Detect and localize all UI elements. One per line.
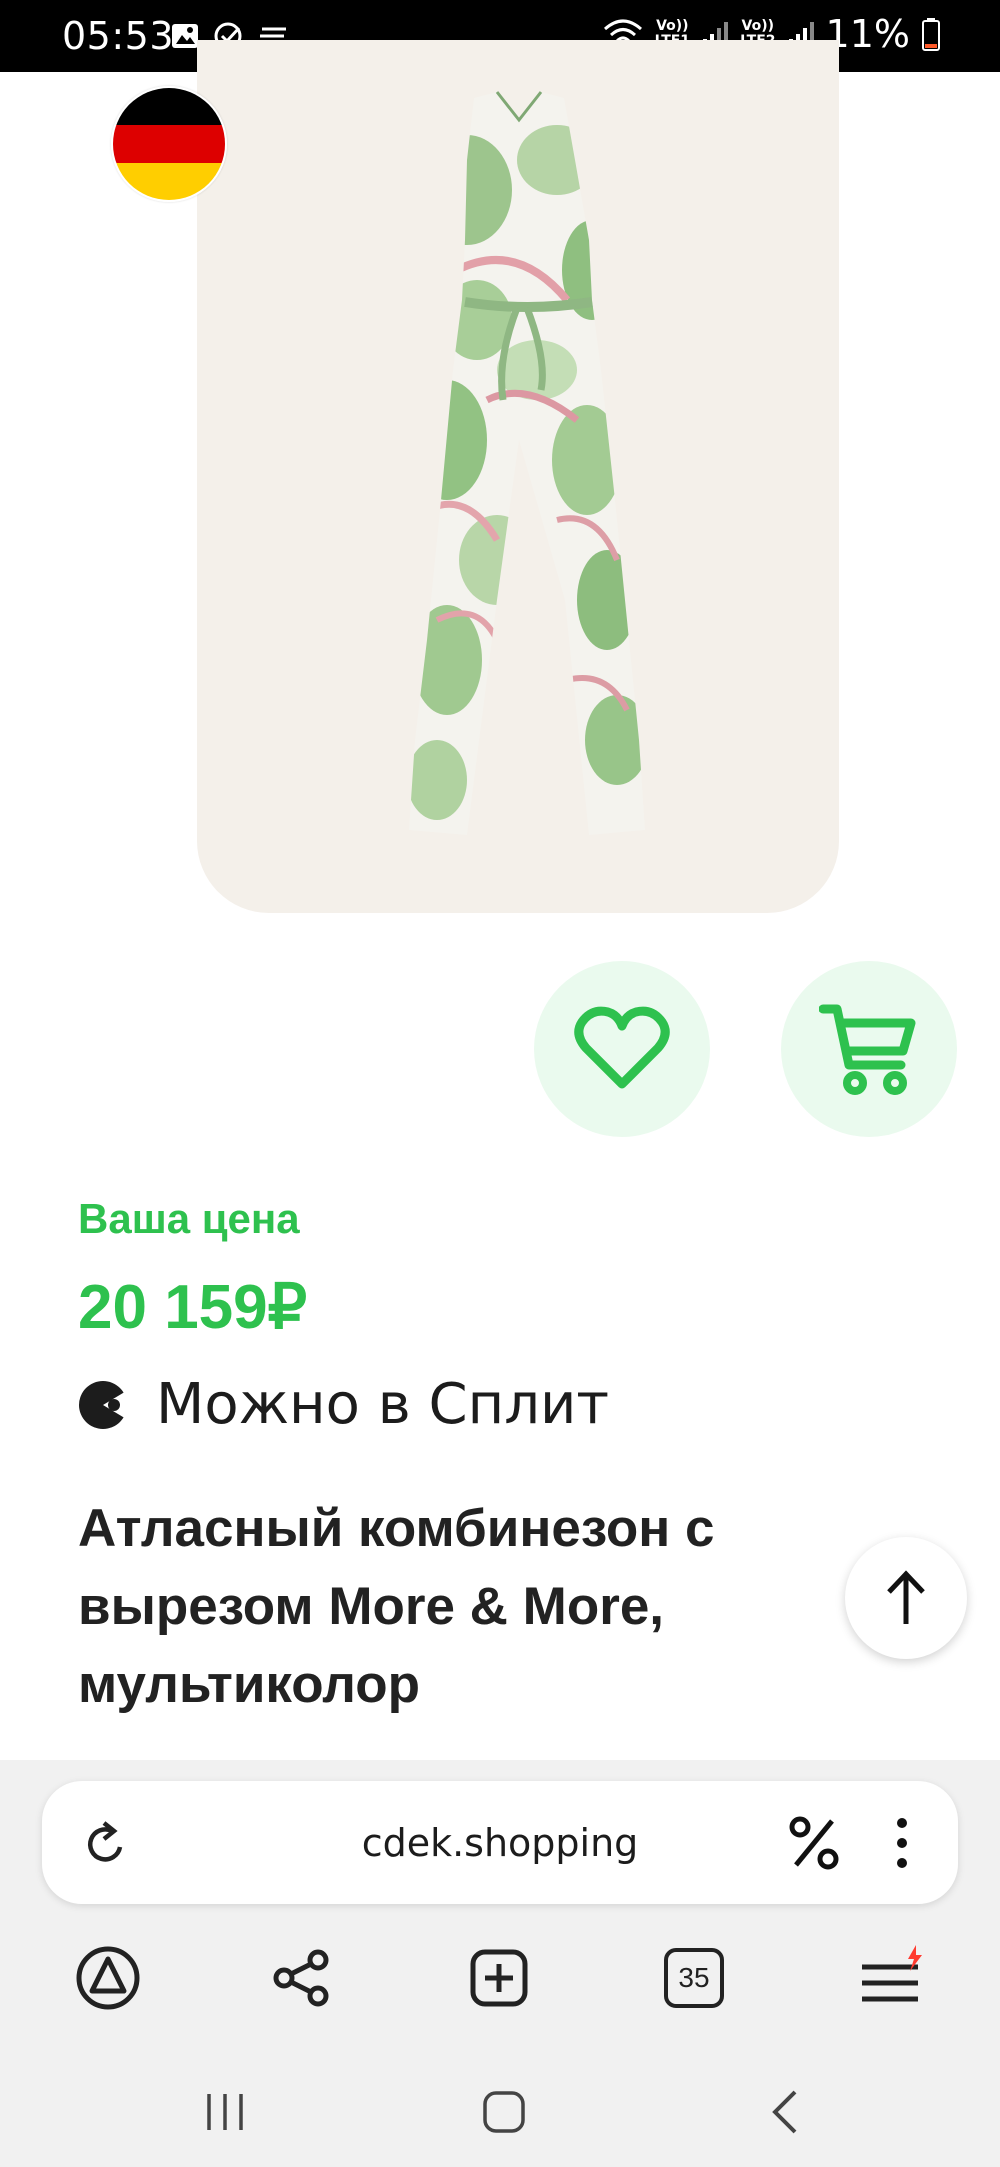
arrow-up-icon	[887, 1570, 925, 1624]
tabs-button[interactable]: 35	[654, 1938, 734, 2018]
add-to-cart-button[interactable]	[781, 961, 957, 1137]
split-icon	[79, 1380, 128, 1429]
back-button[interactable]	[745, 2082, 825, 2142]
split-text: Можно в Сплит	[156, 1372, 610, 1437]
address-bar[interactable]: cdek.shopping	[42, 1781, 958, 1904]
menu-button[interactable]	[851, 1938, 931, 2018]
status-time: 05:53	[62, 14, 175, 58]
cart-icon	[819, 1004, 916, 1095]
volte-label-2: Vo))	[741, 18, 775, 34]
recent-apps-button[interactable]	[185, 2082, 265, 2142]
favorite-button[interactable]	[534, 961, 710, 1137]
hamburger-menu-icon	[862, 1945, 922, 2002]
tab-count: 35	[664, 1948, 724, 2008]
battery-icon	[922, 18, 940, 51]
more-vertical-icon[interactable]	[892, 1817, 912, 1869]
new-tab-icon	[470, 1949, 528, 2007]
heart-icon	[574, 1006, 670, 1089]
split-payment-row[interactable]: Можно в Сплит	[78, 1372, 609, 1437]
back-icon	[772, 2090, 797, 2134]
volte-label: Vo))	[656, 18, 689, 34]
recent-apps-icon	[207, 2094, 243, 2130]
alice-button[interactable]	[68, 1938, 148, 2018]
home-button[interactable]	[464, 2082, 544, 2142]
percent-icon[interactable]	[788, 1815, 840, 1871]
new-tab-button[interactable]	[459, 1938, 539, 2018]
share-icon	[273, 1949, 329, 2007]
page: 05:53 Vo)) Vo)) 11% Ваша цена 20 159₽ Мо…	[0, 0, 1000, 2167]
alice-icon	[76, 1946, 140, 2010]
share-button[interactable]	[262, 1938, 342, 2018]
product-image[interactable]	[197, 40, 839, 913]
gallery-icon	[172, 24, 198, 48]
product-title: Атласный комбинезон с вырезом More & Mor…	[78, 1499, 715, 1714]
jumpsuit-illustration	[409, 91, 645, 835]
scroll-to-top-button[interactable]	[845, 1537, 967, 1659]
home-icon	[483, 2091, 525, 2133]
price-value: 20 159₽	[78, 1273, 308, 1342]
germany-flag-icon	[111, 86, 227, 202]
price-label: Ваша цена	[78, 1195, 300, 1242]
browser-toolbar: 35	[0, 1938, 1000, 2018]
system-navigation-bar	[0, 2060, 1000, 2167]
